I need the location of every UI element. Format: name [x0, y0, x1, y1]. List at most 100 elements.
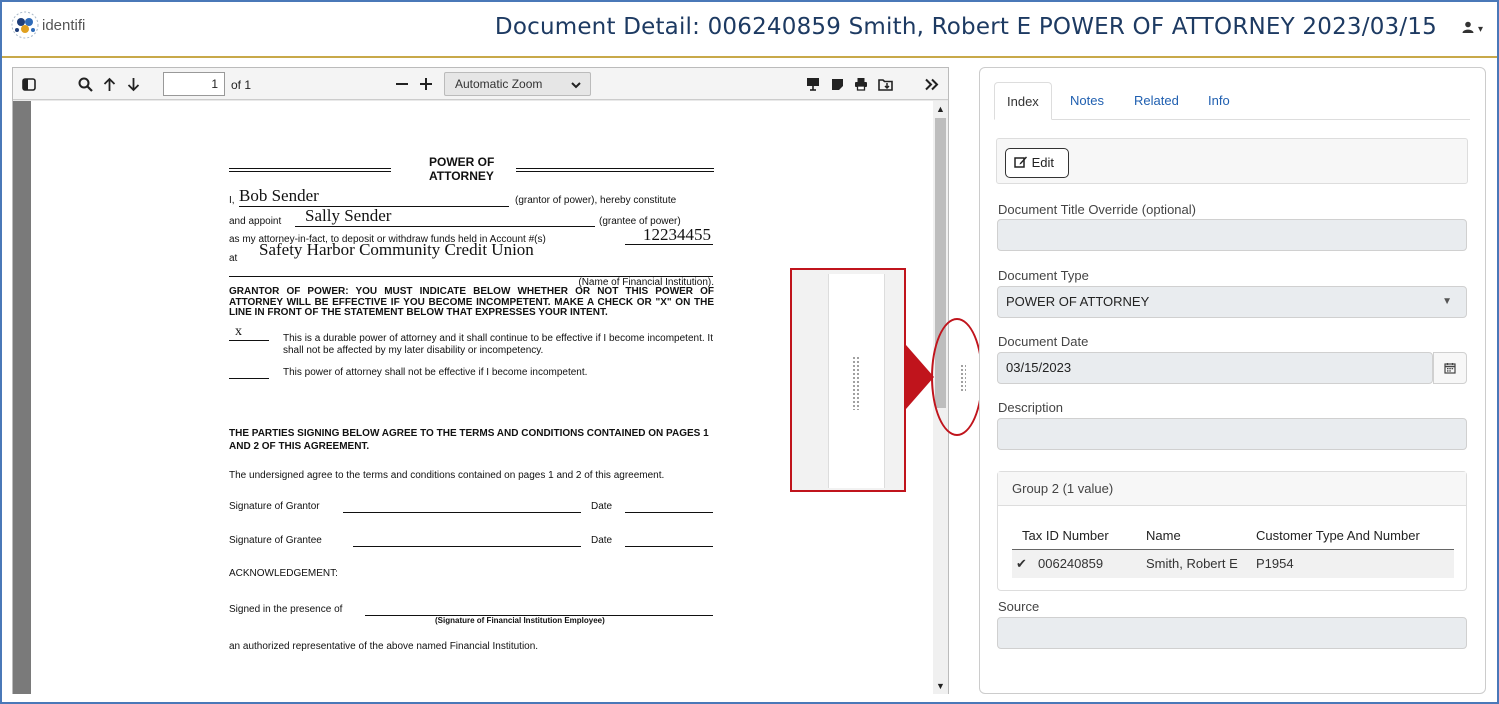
grantor-notice: GRANTOR OF POWER: YOU MUST INDICATE BELO…: [229, 286, 714, 318]
save-icon: [877, 79, 893, 91]
zoom-in-button[interactable]: [415, 72, 437, 96]
description-input[interactable]: [997, 418, 1467, 450]
plus-icon: [420, 78, 432, 90]
grantor-prefix: I,: [229, 195, 235, 206]
dropdown-caret-icon: ▼: [1442, 296, 1452, 307]
representative-text: an authorized representative of the abov…: [229, 641, 539, 652]
row-customer-type: P1954: [1256, 556, 1294, 571]
print-button[interactable]: [851, 72, 871, 96]
tab-index[interactable]: Index: [994, 82, 1052, 120]
zoom-out-button[interactable]: [391, 72, 413, 96]
presentation-icon: [807, 78, 819, 91]
arrow-up-icon: [103, 77, 115, 91]
signature-grantee-line: Signature of Grantee Date: [229, 535, 714, 551]
index-panel: Index Notes Related Info Edit Document T…: [979, 67, 1486, 694]
edit-button[interactable]: Edit: [1005, 148, 1069, 178]
user-icon: [1462, 21, 1474, 33]
tab-related[interactable]: Related: [1122, 82, 1191, 120]
page-count: of 1: [231, 78, 252, 92]
logo-text: identifi: [42, 16, 86, 34]
grantor-name: Bob Sender: [239, 186, 319, 205]
zoom-select[interactable]: Automatic Zoom: [444, 72, 591, 96]
option-durable-text: This is a durable power of attorney and …: [283, 333, 713, 356]
sidebar-toggle-button[interactable]: [19, 72, 39, 96]
open-file-button[interactable]: [827, 72, 847, 96]
arrow-down-icon: [127, 77, 139, 91]
appoint-line: and appoint Sally Sender (grantee of pow…: [229, 206, 714, 227]
user-menu[interactable]: ▾: [1462, 20, 1483, 35]
option-mark: x: [235, 324, 242, 339]
logo-icon: [11, 11, 39, 39]
sidebar-toggle-icon: [22, 77, 36, 91]
date-grantee-label: Date: [591, 535, 613, 546]
at-prefix: at: [229, 253, 238, 264]
description-label: Description: [998, 400, 1064, 415]
check-icon: ✔: [1016, 556, 1027, 571]
signature-grantor-label: Signature of Grantor: [229, 501, 320, 512]
page-number-input[interactable]: 1: [163, 72, 225, 96]
agree-text: The undersigned agree to the terms and c…: [229, 470, 665, 481]
grantor-line: I, Bob Sender (grantor of power), hereby…: [229, 186, 714, 207]
option-not-durable-text: This power of attorney shall not be effe…: [283, 367, 588, 378]
chevron-down-icon: [571, 82, 581, 89]
splitter-handle[interactable]: [960, 364, 966, 392]
institution-line: at Safety Harbor Community Credit Union …: [229, 240, 714, 288]
edit-icon: [1014, 156, 1027, 168]
account-number: 12234455: [643, 225, 711, 244]
doc-title-line-1: POWER OF: [429, 155, 495, 169]
appoint-prefix: and appoint: [229, 216, 282, 227]
table-row[interactable]: ✔ 006240859 Smith, Robert E P1954: [1012, 550, 1454, 578]
column-customer-type: Customer Type And Number: [1256, 528, 1420, 543]
tab-notes[interactable]: Notes: [1058, 82, 1116, 120]
app-header: identifi Document Detail: 006240859 Smit…: [2, 2, 1497, 58]
tools-button[interactable]: [921, 72, 941, 96]
next-page-button[interactable]: [123, 72, 143, 96]
edit-label: Edit: [1031, 155, 1055, 170]
signature-grantee-label: Signature of Grantee: [229, 535, 322, 546]
group-2-table: Tax ID Number Name Customer Type And Num…: [1012, 524, 1454, 578]
doc-title-line-2: ATTORNEY: [429, 169, 494, 183]
date-grantor-label: Date: [591, 501, 613, 512]
document-type-select[interactable]: POWER OF ATTORNEY ▼: [997, 286, 1467, 318]
callout-grip-icon: [852, 356, 860, 410]
callout-highlight: [931, 318, 983, 436]
page-title: Document Detail: 006240859 Smith, Robert…: [494, 14, 1437, 40]
grantee-name: Sally Sender: [305, 206, 392, 225]
title-override-input[interactable]: [997, 219, 1467, 251]
row-name: Smith, Robert E: [1146, 556, 1238, 571]
tab-info[interactable]: Info: [1196, 82, 1242, 120]
date-picker-button[interactable]: [1433, 352, 1467, 384]
find-button[interactable]: [75, 72, 95, 96]
note-icon: [831, 78, 843, 90]
pdf-toolbar: 1 of 1 Automatic Zoom: [13, 68, 948, 100]
edit-toolbar: Edit: [996, 138, 1468, 184]
app-logo[interactable]: identifi: [10, 10, 85, 40]
previous-page-button[interactable]: [99, 72, 119, 96]
option-not-durable: This power of attorney shall not be effe…: [229, 366, 714, 382]
presence-label: Signed in the presence of: [229, 604, 343, 615]
callout-zoom-box: [790, 268, 906, 492]
presence-line: Signed in the presence of (Signature of …: [229, 604, 714, 628]
source-input[interactable]: [997, 617, 1467, 649]
row-tax-id: 006240859: [1038, 556, 1104, 571]
download-button[interactable]: [875, 72, 895, 96]
group-2-title: Group 2 (1 value): [998, 472, 1466, 506]
source-label: Source: [998, 599, 1040, 614]
document-type-value: POWER OF ATTORNEY: [1006, 294, 1150, 309]
document-date-input[interactable]: 03/15/2023: [997, 352, 1433, 384]
document-date-label: Document Date: [998, 334, 1089, 349]
presentation-mode-button[interactable]: [803, 72, 823, 96]
printer-icon: [855, 78, 867, 91]
signature-grantor-line: Signature of Grantor Date: [229, 501, 714, 517]
scroll-down-icon[interactable]: ▼: [936, 681, 945, 691]
acknowledgement: ACKNOWLEDGEMENT:: [229, 568, 338, 579]
grantor-suffix: (grantor of power), hereby constitute: [515, 195, 677, 206]
table-header: Tax ID Number Name Customer Type And Num…: [1012, 524, 1454, 550]
calendar-icon: [1444, 363, 1456, 374]
minus-icon: [396, 83, 408, 85]
double-chevron-right-icon: [924, 78, 938, 90]
scroll-up-icon[interactable]: ▲: [936, 104, 945, 114]
title-override-label: Document Title Override (optional): [998, 202, 1196, 217]
group-2-panel: Group 2 (1 value) Tax ID Number Name Cus…: [997, 471, 1467, 591]
search-icon: [78, 77, 93, 92]
